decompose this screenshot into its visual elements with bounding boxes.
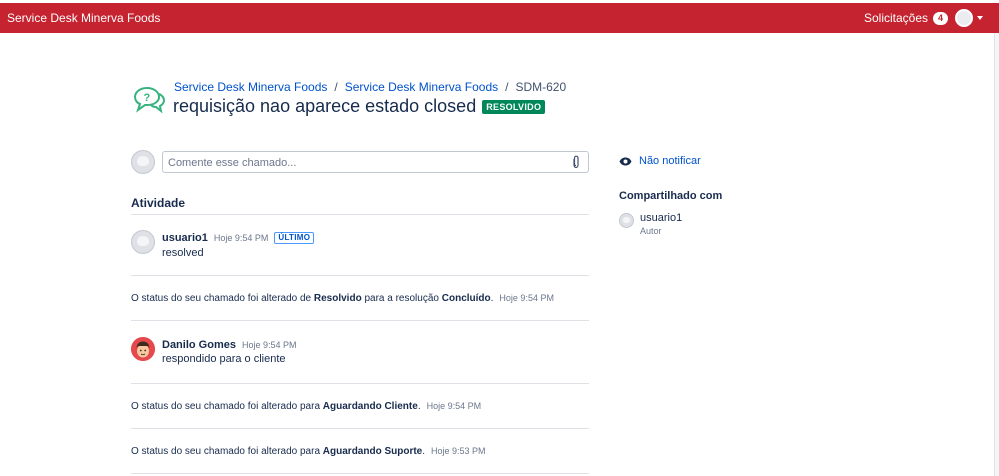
activity-entry-header: Danilo Gomes Hoje 9:54 PM [162,339,297,351]
avatar [131,230,155,254]
divider [131,214,589,215]
status-to: Concluído [441,293,491,304]
author-name: usuario1 [162,232,208,244]
scrollbar[interactable] [994,33,999,476]
shared-with-heading: Compartilhado com [619,190,723,202]
timestamp: Hoje 9:54 PM [499,293,554,303]
status-change-entry: O status do seu chamado foi alterado de … [131,293,554,304]
divider [131,275,589,276]
agent-avatar [131,337,155,361]
breadcrumb-item-portal[interactable]: Service Desk Minerva Foods [345,80,498,94]
svg-text:?: ? [144,92,151,104]
requests-count-badge: 4 [933,11,949,25]
top-navigation-bar: Service Desk Minerva Foods Solicitações … [0,3,999,33]
dont-notify-label: Não notificar [639,155,701,167]
eye-icon [619,157,632,165]
divider [131,473,589,474]
divider [131,320,589,321]
status-text: . [490,293,494,304]
activity-entry-header: usuario1 Hoje 9:54 PM ÚLTIMO [162,232,315,244]
request-title-row: requisição nao aparece estado closed RES… [173,96,546,117]
status-text: O status do seu chamado foi alterado de [131,293,314,304]
breadcrumb-issue-key: SDM-620 [515,80,567,94]
timestamp: Hoje 9:54 PM [241,340,297,350]
requests-button[interactable]: Solicitações 4 [864,11,949,25]
status-badge: RESOLVIDO [482,99,546,114]
timestamp: Hoje 9:54 PM [213,233,269,243]
status-text: O status do seu chamado foi alterado par… [131,401,323,412]
divider [131,428,589,429]
comment-field[interactable] [162,151,589,173]
chevron-down-icon [977,16,983,20]
status-text: para a resolução [361,293,442,304]
paperclip-icon[interactable] [571,155,581,169]
status-from: Resolvido [313,293,362,304]
activity-heading: Atividade [131,196,186,210]
breadcrumb-separator: / [334,80,338,94]
agent-avatar-illustration [131,337,155,361]
comment-input[interactable] [168,156,558,170]
activity-entry-body: resolved [162,247,204,259]
dont-notify-button[interactable]: Não notificar [619,155,701,167]
status-to: Aguardando Cliente [322,401,418,412]
status-text: . [422,446,426,457]
divider [131,383,589,384]
user-profile-menu[interactable] [955,9,983,27]
requests-label: Solicitações [864,11,929,25]
shared-user-name: usuario1 [640,212,683,224]
timestamp: Hoje 9:54 PM [426,401,482,411]
avatar [619,213,634,228]
status-text: . [417,401,421,412]
page-title: requisição nao aparece estado closed [173,96,477,116]
status-change-entry: O status do seu chamado foi alterado par… [131,446,486,457]
author-name: Danilo Gomes [162,339,236,351]
status-text: O status do seu chamado foi alterado par… [131,446,323,457]
breadcrumb-item-service-desk[interactable]: Service Desk Minerva Foods [174,80,327,94]
user-avatar [955,9,973,27]
timestamp: Hoje 9:53 PM [431,446,486,456]
help-chat-icon: ? [133,86,165,113]
breadcrumb: Service Desk Minerva Foods / Service Des… [174,80,566,94]
service-desk-brand-link[interactable]: Service Desk Minerva Foods [7,11,160,25]
breadcrumb-separator: / [505,80,509,94]
current-user-avatar [131,150,155,174]
status-to: Aguardando Suporte [322,446,423,457]
latest-badge: ÚLTIMO [274,232,315,244]
activity-entry-body: respondido para o cliente [162,353,286,365]
status-change-entry: O status do seu chamado foi alterado par… [131,401,481,412]
shared-user-role: Autor [640,226,662,236]
